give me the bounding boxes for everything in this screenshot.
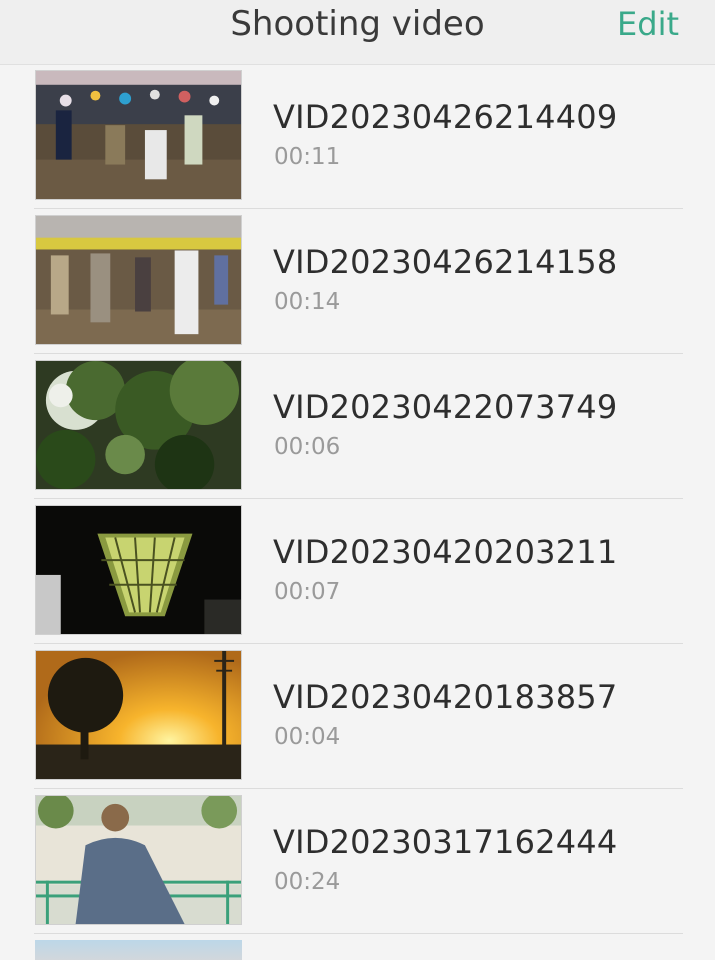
video-duration: 00:24 [274, 869, 341, 895]
video-name: VID20230426214158 [273, 243, 618, 281]
top-bar: Shooting video Edit [0, 0, 715, 65]
video-duration: 00:04 [274, 724, 341, 750]
list-item-partial[interactable] [0, 934, 715, 960]
page-title: Shooting video [230, 4, 485, 44]
list-item[interactable]: VID20230426214409 00:11 [0, 64, 715, 209]
video-thumbnail[interactable] [35, 360, 242, 490]
video-name: VID20230420183857 [273, 678, 618, 716]
video-thumbnail[interactable] [35, 650, 242, 780]
video-thumbnail[interactable] [35, 70, 242, 200]
list-item[interactable]: VID20230420183857 00:04 [0, 644, 715, 789]
video-list: VID20230426214409 00:11 VID2023042621415… [0, 64, 715, 960]
video-duration: 00:11 [274, 144, 341, 170]
video-name: VID20230317162444 [273, 823, 618, 861]
video-duration: 00:06 [274, 434, 341, 460]
video-name: VID20230422073749 [273, 388, 618, 426]
video-thumbnail[interactable] [35, 940, 242, 960]
video-thumbnail[interactable] [35, 795, 242, 925]
list-item[interactable]: VID20230422073749 00:06 [0, 354, 715, 499]
video-duration: 00:14 [274, 289, 341, 315]
edit-button[interactable]: Edit [617, 2, 679, 46]
list-item[interactable]: VID20230426214158 00:14 [0, 209, 715, 354]
video-name: VID20230420203211 [273, 533, 618, 571]
video-name: VID20230426214409 [273, 98, 618, 136]
list-item[interactable]: VID20230420203211 00:07 [0, 499, 715, 644]
video-duration: 00:07 [274, 579, 341, 605]
video-thumbnail[interactable] [35, 215, 242, 345]
video-thumbnail[interactable] [35, 505, 242, 635]
list-item[interactable]: VID20230317162444 00:24 [0, 789, 715, 934]
